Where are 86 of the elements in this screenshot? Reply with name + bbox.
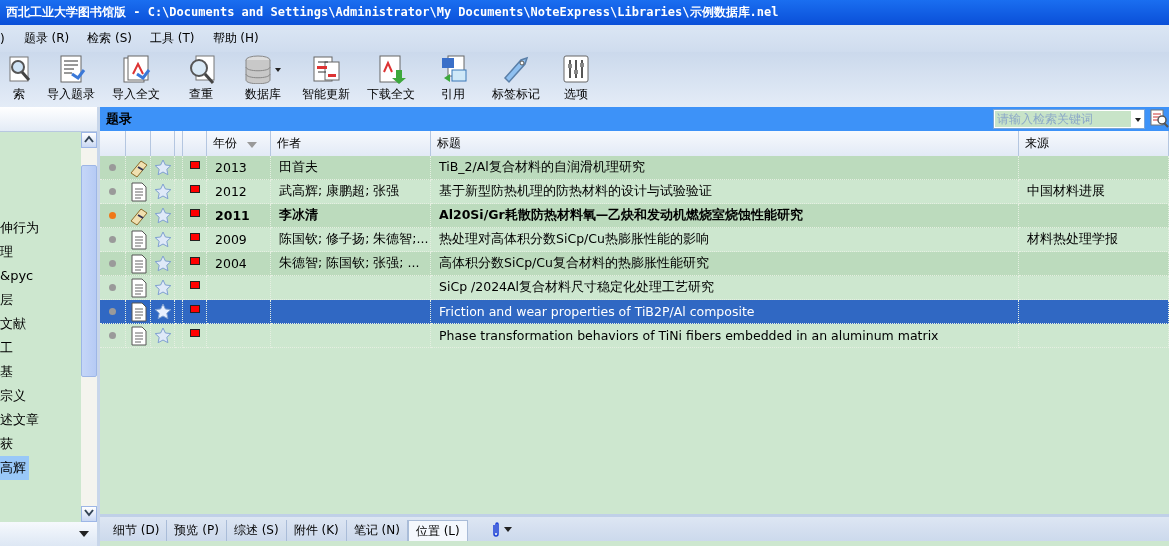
toolbar-button[interactable]: 智能更新: [293, 54, 358, 103]
table-row[interactable]: Phase transformation behaviors of TiNi fibers embedded in an aluminum matrix: [100, 324, 1169, 348]
document-icon: [128, 324, 148, 347]
scroll-thumb[interactable]: [81, 165, 97, 377]
star-icon[interactable]: [153, 158, 172, 177]
sidebar-item[interactable]: 获: [0, 432, 16, 456]
column-header[interactable]: [151, 131, 175, 156]
table-cell: Phase transformation behaviors of TiNi fibers embedded in an aluminum matrix: [431, 324, 1019, 348]
sidebar-item[interactable]: 基: [0, 360, 16, 384]
toolbar-button[interactable]: 引用: [423, 54, 483, 103]
column-label: 来源: [1025, 135, 1049, 152]
star-icon[interactable]: [153, 230, 172, 249]
star-icon[interactable]: [153, 206, 172, 225]
star-icon[interactable]: [153, 278, 172, 297]
document-icon: [128, 252, 148, 275]
menu-item[interactable]: 帮助 (H): [203, 30, 268, 47]
database-icon: [243, 54, 283, 84]
caret-icon[interactable]: [1132, 117, 1144, 123]
paperclip-icon[interactable]: [491, 521, 500, 537]
flag-icon: [189, 185, 200, 193]
menu-item[interactable]: 题录 (R): [14, 30, 79, 47]
documents-icon: [310, 54, 341, 84]
scrollbar[interactable]: [81, 132, 97, 522]
documents-arrow-icon: [120, 54, 151, 84]
flag-icon: [189, 281, 200, 289]
column-label: 标题: [437, 135, 461, 152]
column-header[interactable]: [175, 131, 183, 156]
table-row[interactable]: SiCp /2024Al复合材料尺寸稳定化处理工艺研究: [100, 276, 1169, 300]
menu-item[interactable]: 检索 (S): [78, 30, 141, 47]
column-header[interactable]: 标题: [431, 131, 1019, 156]
document-icon: [128, 276, 148, 299]
column-header[interactable]: [100, 131, 126, 156]
sidebar-item[interactable]: 文献: [0, 312, 29, 336]
toolbar-button[interactable]: 索: [0, 54, 38, 103]
menu-item[interactable]: 工具 (T): [141, 30, 204, 47]
column-header[interactable]: [126, 131, 151, 156]
flag-icon: [189, 305, 200, 313]
panel-title: 题录: [106, 110, 132, 128]
sidebar-item[interactable]: 述文章: [0, 408, 42, 432]
flag-icon: [189, 209, 200, 217]
tab[interactable]: 位置 (L): [407, 520, 468, 541]
column-label: 作者: [277, 135, 301, 152]
toolbar-button[interactable]: 下载全文: [358, 54, 423, 103]
sidebar-item[interactable]: 层: [0, 288, 16, 312]
flag-icon: [189, 161, 200, 169]
column-header[interactable]: 作者: [271, 131, 431, 156]
toolbar-button[interactable]: 标签标记: [483, 54, 548, 103]
document-icon: [128, 300, 148, 323]
caret-icon[interactable]: [79, 531, 89, 537]
search-icon[interactable]: [1149, 107, 1169, 128]
toolbar-button[interactable]: 导入题录: [38, 54, 103, 103]
table-row[interactable]: 2011 李冰清 Al20Si/Gr耗散防热材料氧—乙炔和发动机燃烧室烧蚀性能研究: [100, 204, 1169, 228]
document-icon: [128, 228, 148, 251]
toolbar-button[interactable]: 导入全文: [103, 54, 168, 103]
table-row[interactable]: 2004 朱德智; 陈国钦; 张强; ... 高体积分数SiCp/Cu复合材料的热膨胀性能研究: [100, 252, 1169, 276]
toolbar-button[interactable]: 查重: [168, 54, 233, 103]
column-header[interactable]: 来源: [1019, 131, 1169, 156]
toolbar-button[interactable]: 选项: [548, 54, 603, 103]
sort-arrow-icon[interactable]: [247, 141, 257, 148]
sidebar-item[interactable]: &pyc: [0, 264, 37, 288]
sidebar-item[interactable]: 宗义: [0, 384, 29, 408]
sidebar-item[interactable]: 工: [0, 336, 16, 360]
sidebar-item[interactable]: 高辉: [0, 456, 29, 480]
table-row[interactable]: 2009 陈国钦; 修子扬; 朱德智;... 热处理对高体积分数SiCp/Cu热膨胀性能的影响 材料热处理学报: [100, 228, 1169, 252]
window-title: 西北工业大学图书馆版 - C:\Documents and Settings\Administrator\My Documents\NoteExpress\Libraries\示例数据库.nel: [0, 0, 1169, 25]
star-icon[interactable]: [153, 302, 172, 321]
caret-icon[interactable]: [503, 526, 512, 532]
sidebar-item[interactable]: 理: [0, 240, 16, 264]
sidebar-item[interactable]: 伸行为: [0, 216, 42, 240]
table-row[interactable]: 2013 田首夫 TiB_2/Al复合材料的自润滑机理研究: [100, 156, 1169, 180]
column-label: 年份: [213, 135, 237, 152]
column-header[interactable]: 年份: [207, 131, 271, 156]
star-icon[interactable]: [153, 254, 172, 273]
flag-icon: [189, 233, 200, 241]
menu-item[interactable]: ): [0, 31, 15, 46]
document-icon: [128, 180, 148, 203]
flag-icon: [189, 257, 200, 265]
flag-icon: [189, 329, 200, 337]
sliders-icon: [560, 54, 591, 84]
star-icon[interactable]: [153, 182, 172, 201]
search-field[interactable]: 请输入检索关键词: [993, 109, 1145, 129]
table-row[interactable]: 2012 武高辉; 康鹏超; 张强 基于新型防热机理的防热材料的设计与试验验证 中国材料进展: [100, 180, 1169, 204]
column-header[interactable]: [183, 131, 207, 156]
star-icon[interactable]: [153, 326, 172, 345]
table-row[interactable]: Friction and wear properties of TiB2P/Al composite: [100, 300, 1169, 324]
toolbar-button[interactable]: 数据库: [233, 54, 293, 103]
